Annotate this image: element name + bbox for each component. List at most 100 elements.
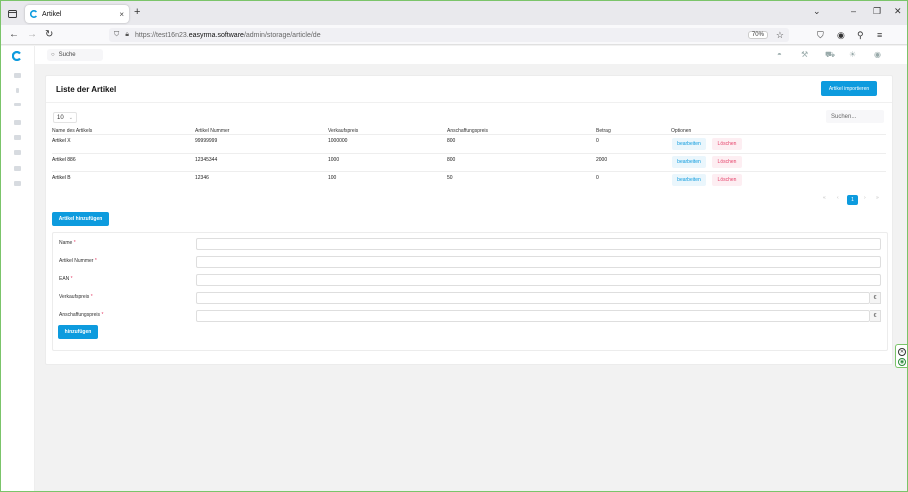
edit-button[interactable]: bearbeiten [672,138,706,150]
truck-icon[interactable]: ⛟ [825,50,835,59]
add-article-form: Name * Artikel Nummer * EAN * Verkaufspr… [52,232,888,351]
cell-purchase-price: 800 [447,157,456,163]
app-header: ○ Suche ◓ ⚒ ⛟ ☀ ◉ [35,46,907,64]
per-page-value: 10 [57,114,64,121]
name-input[interactable] [196,238,881,250]
import-articles-button[interactable]: Artikel importieren [821,81,877,96]
card-divider [46,102,892,103]
cell-number: 12345344 [195,157,218,163]
sale-price-input[interactable] [196,292,870,304]
add-article-button[interactable]: Artikel hinzufügen [52,212,109,226]
floating-widget: ✕ ◉ [895,344,907,368]
lock-icon: 🔒︎ [125,31,129,38]
bookmark-star-icon[interactable]: ☆ [776,30,784,41]
zoom-level-badge[interactable]: 70% [747,31,768,39]
cell-amount: 2000 [596,157,608,163]
maximize-button[interactable]: ❐ [873,6,881,16]
edit-button[interactable]: bearbeiten [672,156,706,168]
tab-title: Artikel [42,10,62,18]
easyrma-favicon-icon [30,10,38,18]
cell-purchase-price: 50 [447,175,453,181]
cell-sale-price: 100 [328,175,337,181]
close-widget-icon[interactable]: ✕ [898,348,906,356]
app-search-input[interactable]: ○ Suche [47,49,103,61]
cell-number: 99999999 [195,138,218,144]
cell-sale-price: 1000 [328,157,340,163]
tab-strip: Artikel × + ⌄ – ❐ ✕ [1,1,907,25]
cell-amount: 0 [596,175,599,181]
edit-button[interactable]: bearbeiten [672,174,706,186]
search-icon: ○ [51,52,55,58]
pagination-current-page[interactable]: 1 [847,195,858,205]
navigation-bar: ← → ↻ ⛉ 🔒︎ https://test16n23.easyrma.sof… [1,25,907,45]
field-label-sale-price: Verkaufspreis * [59,294,93,300]
sidebar-list-icon[interactable] [14,103,21,106]
purchase-price-input[interactable] [196,310,870,322]
sidebar-document-icon[interactable] [14,166,21,171]
cell-number: 12346 [195,175,209,181]
article-list-card: Liste der Artikel Artikel importieren 10… [45,75,893,365]
tools-icon[interactable]: ⚒ [801,50,808,59]
new-tab-button[interactable]: + [134,6,140,18]
pagination-next[interactable]: › [864,195,866,201]
table-search-input[interactable]: Suchen... [826,110,884,123]
browser-tab-artikel[interactable]: Artikel × [25,5,129,23]
ean-input[interactable] [196,274,881,286]
url-text[interactable]: https://test16n23.easyrma.software/admin… [135,32,748,39]
account-icon[interactable]: ◉ [837,30,845,40]
pagination-last[interactable]: » [876,195,879,201]
cell-name: Artikel B [52,175,71,181]
sidebar-storage-icon[interactable] [14,150,21,155]
tab-overview-icon[interactable] [5,6,19,20]
sidebar-user-icon[interactable] [14,120,21,125]
easyrma-logo-icon[interactable] [12,51,22,61]
cell-sale-price: 1000000 [328,138,348,144]
cell-amount: 0 [596,138,599,144]
delete-button[interactable]: Löschen [712,138,742,150]
extensions-icon[interactable]: ⚲ [857,30,864,40]
chevron-down-icon: ⌄ [68,114,73,121]
row-divider [52,171,886,172]
euro-addon: € [870,292,881,304]
list-tabs-icon[interactable]: ⌄ [813,6,821,16]
tab-close-icon[interactable]: × [119,10,124,19]
forward-arrow-icon[interactable]: → [27,29,37,41]
brightness-icon[interactable]: ☀ [849,50,856,59]
cell-name: Artikel X [52,138,71,144]
sidebar-box-icon[interactable] [14,135,21,140]
cell-name: Artikel 886 [52,157,76,163]
delete-button[interactable]: Löschen [712,174,742,186]
row-divider [52,153,886,154]
euro-addon: € [870,310,881,322]
field-label-article-number: Artikel Nummer * [59,258,97,264]
sidebar-dashboard-icon[interactable] [14,73,21,78]
app-sidebar [1,46,35,491]
header-divider [52,134,886,135]
user-avatar-icon[interactable]: ◉ [874,50,881,59]
browser-window: Artikel × + ⌄ – ❐ ✕ ← → ↻ ⛉ 🔒︎ https://t… [0,0,908,492]
page-title: Liste der Artikel [56,85,117,94]
field-label-purchase-price: Anschaffungspreis * [59,312,104,318]
app-search-placeholder: Suche [58,52,76,58]
delete-button[interactable]: Löschen [712,156,742,168]
sidebar-settings-icon[interactable] [14,181,21,186]
menu-hamburger-icon[interactable]: ≡ [877,30,882,40]
close-window-button[interactable]: ✕ [894,6,902,16]
article-number-input[interactable] [196,256,881,268]
pagination-prev[interactable]: ‹ [837,195,839,201]
reload-icon[interactable]: ↻ [45,29,53,41]
shield-icon: ⛉ [114,31,120,38]
sidebar-pin-icon[interactable] [16,88,19,93]
theme-icon[interactable]: ◓ [777,50,782,59]
record-widget-icon[interactable]: ◉ [898,358,906,366]
per-page-select[interactable]: 10 ⌄ [53,112,77,123]
submit-add-button[interactable]: hinzufügen [58,325,98,339]
pocket-icon[interactable]: ⛉ [817,30,824,40]
minimize-button[interactable]: – [851,6,856,16]
field-label-name: Name * [59,240,76,246]
field-label-ean: EAN * [59,276,73,282]
pagination-first[interactable]: « [823,195,826,201]
address-bar[interactable]: ⛉ 🔒︎ https://test16n23.easyrma.software/… [109,28,789,42]
cell-purchase-price: 800 [447,138,456,144]
back-arrow-icon[interactable]: ← [9,29,19,41]
